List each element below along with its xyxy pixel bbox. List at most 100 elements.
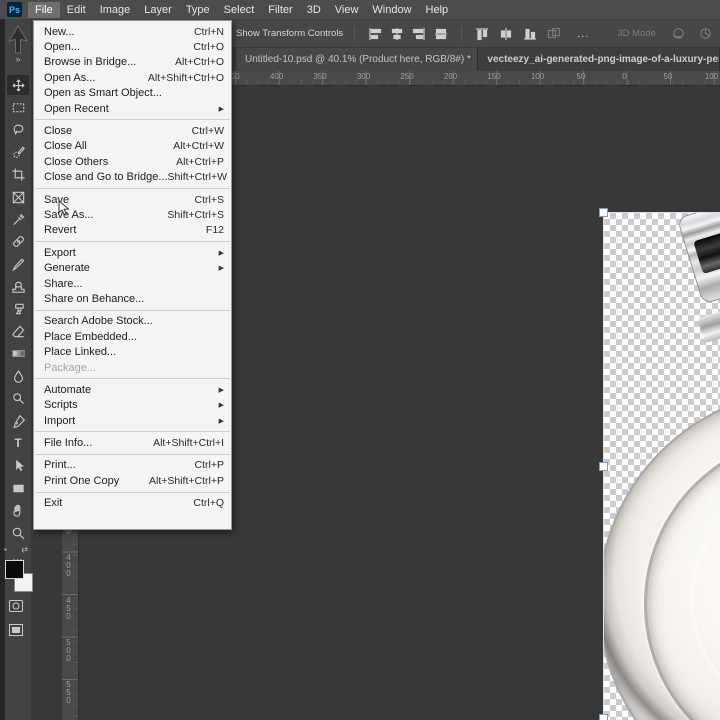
- menu-separator: [35, 378, 230, 379]
- menu-item-label: New...: [44, 26, 194, 38]
- menubar-item-view[interactable]: View: [328, 2, 366, 18]
- blur-tool[interactable]: [7, 366, 29, 386]
- menu-item-share-on-behance[interactable]: Share on Behance...: [34, 291, 231, 306]
- distribute-bottom-edges-icon[interactable]: [521, 26, 539, 42]
- menu-item-print[interactable]: Print...Ctrl+P: [34, 458, 231, 473]
- distribute-horizontal-centers-icon[interactable]: [497, 26, 515, 42]
- align-right-edges-icon[interactable]: [410, 26, 428, 42]
- gradient-tool[interactable]: [7, 344, 29, 364]
- more-options-icon[interactable]: ...: [577, 28, 589, 40]
- menu-item-close-and-go-to-bridge[interactable]: Close and Go to Bridge...Shift+Ctrl+W: [34, 170, 231, 185]
- menu-item-place-linked[interactable]: Place Linked...: [34, 344, 231, 359]
- move-tool[interactable]: [7, 75, 29, 95]
- pen-tool[interactable]: [7, 411, 29, 431]
- menu-item-shortcut: Ctrl+P: [195, 459, 224, 471]
- hand-tool[interactable]: [7, 501, 29, 521]
- menu-item-export[interactable]: Export▶: [34, 245, 231, 260]
- rectangle-tool[interactable]: [7, 478, 29, 498]
- menu-item-open-as-smart-object[interactable]: Open as Smart Object...: [34, 86, 231, 101]
- menu-item-label: Open as Smart Object...: [44, 87, 224, 99]
- selection-handle-top-left[interactable]: [599, 208, 608, 217]
- roll-3d-camera-icon[interactable]: [697, 26, 715, 42]
- ruler-h-label: 150: [487, 72, 500, 81]
- spot-healing-brush-tool[interactable]: [7, 232, 29, 252]
- menu-item-file-info[interactable]: File Info...Alt+Shift+Ctrl+I: [34, 435, 231, 450]
- show-transform-controls-label[interactable]: Show Transform Controls: [236, 28, 343, 39]
- menu-item-search-adobe-stock[interactable]: Search Adobe Stock...: [34, 314, 231, 329]
- default-colors-icon[interactable]: ▪: [4, 545, 7, 557]
- menubar-item-type[interactable]: Type: [179, 2, 217, 18]
- menu-item-share[interactable]: Share...: [34, 276, 231, 291]
- document-tab-1[interactable]: Untitled-10.psd @ 40.1% (Product here, R…: [236, 48, 478, 71]
- menu-item-open-as[interactable]: Open As...Alt+Shift+Ctrl+O: [34, 70, 231, 85]
- align-horizontal-centers-icon[interactable]: [388, 26, 406, 42]
- menu-item-shortcut: Ctrl+O: [193, 41, 224, 53]
- menu-item-shortcut: Ctrl+W: [192, 125, 224, 137]
- history-brush-tool[interactable]: [7, 299, 29, 319]
- menu-item-automate[interactable]: Automate▶: [34, 382, 231, 397]
- menu-item-revert[interactable]: RevertF12: [34, 223, 231, 238]
- menu-item-shortcut: Ctrl+N: [194, 26, 224, 38]
- menu-item-generate[interactable]: Generate▶: [34, 260, 231, 275]
- foreground-color-swatch[interactable]: [5, 560, 24, 579]
- menu-item-browse-in-bridge[interactable]: Browse in Bridge...Alt+Ctrl+O: [34, 55, 231, 70]
- align-top-edges-icon[interactable]: [473, 26, 491, 42]
- menu-item-close[interactable]: CloseCtrl+W: [34, 123, 231, 138]
- clone-stamp-tool[interactable]: [7, 277, 29, 297]
- document-canvas[interactable]: [604, 213, 720, 720]
- menu-separator: [35, 492, 230, 493]
- ruler-v-label: 550: [64, 680, 73, 704]
- ruler-h-label: 50: [577, 72, 586, 81]
- selection-handle-bottom-left[interactable]: [599, 714, 608, 720]
- menu-item-print-one-copy[interactable]: Print One CopyAlt+Shift+Ctrl+P: [34, 473, 231, 488]
- menu-item-label: Place Embedded...: [44, 331, 224, 343]
- slice-tool[interactable]: [7, 187, 29, 207]
- swap-colors-icon[interactable]: ⇄: [21, 545, 28, 557]
- crop-tool[interactable]: [7, 165, 29, 185]
- menu-item-open[interactable]: Open...Ctrl+O: [34, 39, 231, 54]
- menu-item-new[interactable]: New...Ctrl+N: [34, 24, 231, 39]
- swatch-mini-icons: ▪ ⇄: [4, 545, 28, 557]
- orbit-3d-camera-icon[interactable]: [670, 26, 688, 42]
- align-left-edges-icon[interactable]: [366, 26, 384, 42]
- ruler-h-label: 300: [357, 72, 370, 81]
- brush-tool[interactable]: [7, 254, 29, 274]
- path-selection-tool[interactable]: [7, 456, 29, 476]
- menu-item-place-embedded[interactable]: Place Embedded...: [34, 329, 231, 344]
- rectangular-marquee-tool[interactable]: [7, 97, 29, 117]
- menubar-item-select[interactable]: Select: [217, 2, 262, 18]
- menu-item-import[interactable]: Import▶: [34, 413, 231, 428]
- menubar-item-file[interactable]: File: [28, 2, 60, 18]
- menubar-item-3d[interactable]: 3D: [300, 2, 328, 18]
- screen-mode-icon[interactable]: [4, 622, 28, 638]
- eyedropper-tool[interactable]: [7, 209, 29, 229]
- menubar-item-window[interactable]: Window: [365, 2, 418, 18]
- menubar-item-filter[interactable]: Filter: [261, 2, 299, 18]
- selection-handle-middle-left[interactable]: [599, 462, 608, 471]
- document-tab-2[interactable]: vecteezy_ai-generated-png-image-of-a-lux…: [478, 48, 720, 71]
- align-vertical-centers-icon[interactable]: [432, 26, 450, 42]
- zoom-tool[interactable]: [7, 523, 29, 543]
- auto-align-layers-icon[interactable]: [545, 26, 563, 42]
- quick-mask-icon[interactable]: [4, 598, 28, 614]
- dodge-tool[interactable]: [7, 389, 29, 409]
- type-tool[interactable]: T: [7, 433, 29, 453]
- menubar-item-help[interactable]: Help: [419, 2, 456, 18]
- selection-border-top[interactable]: [603, 212, 720, 213]
- menu-item-open-recent[interactable]: Open Recent▶: [34, 101, 231, 116]
- menu-separator: [35, 310, 230, 311]
- ruler-v-label: 500: [64, 638, 73, 662]
- quick-selection-tool[interactable]: [7, 142, 29, 162]
- menubar-item-image[interactable]: Image: [93, 2, 138, 18]
- menu-item-close-others[interactable]: Close OthersAlt+Ctrl+P: [34, 154, 231, 169]
- menubar-item-layer[interactable]: Layer: [137, 2, 179, 18]
- menu-item-scripts[interactable]: Scripts▶: [34, 398, 231, 413]
- lasso-tool[interactable]: [7, 120, 29, 140]
- menu-bar: Ps FileEditImageLayerTypeSelectFilter3DV…: [0, 0, 720, 20]
- menu-item-label: Search Adobe Stock...: [44, 315, 224, 327]
- menu-item-exit[interactable]: ExitCtrl+Q: [34, 496, 231, 511]
- menu-item-label: Revert: [44, 224, 206, 236]
- eraser-tool[interactable]: [7, 321, 29, 341]
- menubar-item-edit[interactable]: Edit: [60, 2, 93, 18]
- menu-item-close-all[interactable]: Close AllAlt+Ctrl+W: [34, 139, 231, 154]
